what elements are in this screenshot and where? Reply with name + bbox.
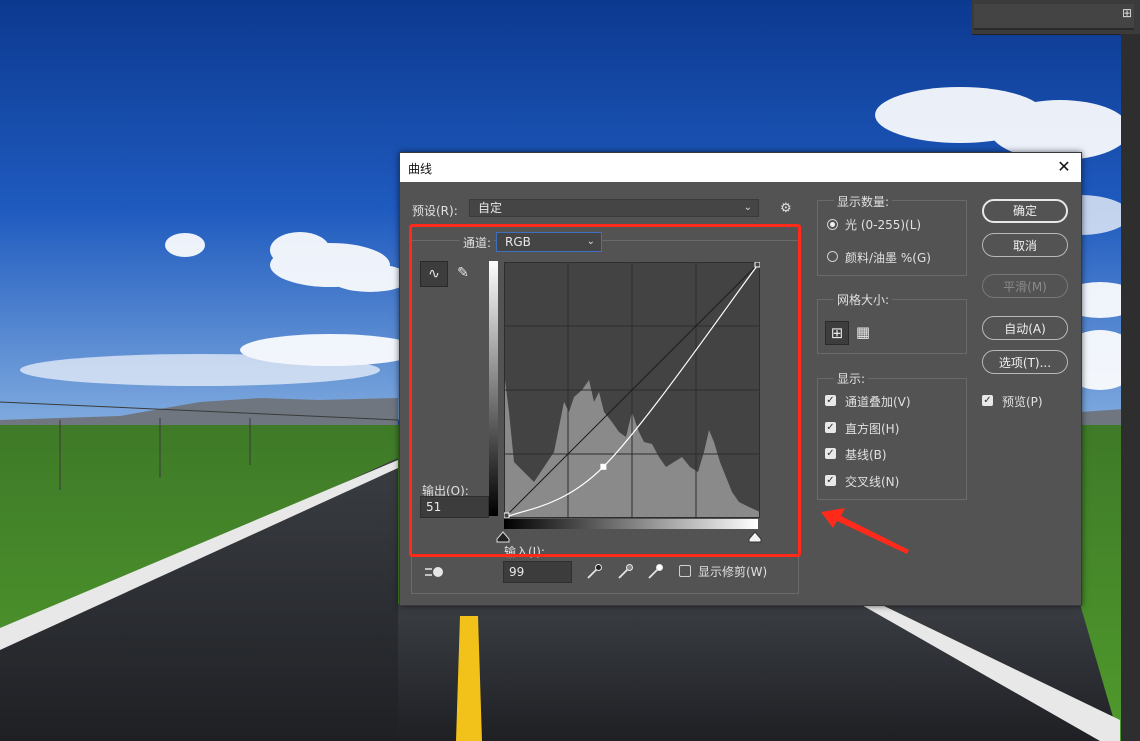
grid-detailed-button[interactable]: ▦ (852, 321, 874, 343)
intersection-checkbox[interactable]: ✓ (825, 475, 836, 486)
channel-overlay-checkbox[interactable]: ✓ (825, 395, 836, 406)
eyedropper-white-icon[interactable] (646, 563, 664, 581)
preview-label: 预览(P) (1002, 395, 1043, 409)
cancel-button[interactable]: 取消 (982, 233, 1068, 257)
light-radio-label: 光 (0-255)(L) (845, 218, 922, 232)
grid-4-icon: ⊞ (830, 324, 844, 342)
show-clipping-checkbox[interactable] (679, 565, 691, 577)
channel-overlay-label: 通道叠加(V) (845, 395, 911, 409)
pigment-radio[interactable] (827, 251, 838, 262)
gear-icon[interactable]: ⚙ (780, 201, 792, 216)
dialog-title: 曲线 (408, 162, 433, 176)
preset-select[interactable]: 自定 ⌄ (469, 199, 759, 217)
preview-checkbox[interactable]: ✓ (982, 395, 993, 406)
panel-menu-icon[interactable]: ⊞ (1122, 6, 1132, 20)
grid-size-title: 网格大小: (834, 291, 893, 308)
histogram-label: 直方图(H) (845, 422, 900, 436)
baseline-label: 基线(B) (845, 448, 887, 462)
curves-dialog: 曲线 ✕ 预设(R): 自定 ⌄ ⚙ 通道: RGB ⌄ ∿ ✎ 输出(O): … (399, 152, 1082, 606)
histogram-checkbox[interactable]: ✓ (825, 422, 836, 433)
input-field[interactable]: 99 (503, 561, 572, 583)
panel-tab-bar (974, 4, 1134, 30)
eyedropper-gray-icon[interactable] (616, 563, 634, 581)
annotation-arrow (821, 508, 909, 554)
grid-10-icon: ▦ (855, 323, 871, 341)
right-scroll-strip (1121, 34, 1140, 741)
show-clipping-label: 显示修剪(W) (698, 565, 768, 579)
close-icon[interactable]: ✕ (1053, 157, 1075, 177)
baseline-checkbox[interactable]: ✓ (825, 448, 836, 459)
dialog-titlebar: 曲线 ✕ (400, 153, 1081, 182)
pigment-radio-label: 颜料/油墨 %(G) (845, 251, 931, 265)
eyedropper-black-icon[interactable] (585, 563, 603, 581)
highlight-box (409, 224, 801, 557)
smooth-button[interactable]: 平滑(M) (982, 274, 1068, 298)
preset-value: 自定 (478, 201, 503, 215)
ok-button[interactable]: 确定 (982, 199, 1068, 223)
auto-button[interactable]: 自动(A) (982, 316, 1068, 340)
display-amount-title: 显示数量: (834, 193, 893, 210)
show-title: 显示: (834, 370, 869, 387)
intersection-label: 交叉线(N) (845, 475, 900, 489)
options-button[interactable]: 选项(T)... (982, 350, 1068, 374)
grid-simple-button[interactable]: ⊞ (825, 321, 849, 345)
chevron-down-icon: ⌄ (743, 202, 752, 213)
hand-target-icon[interactable] (424, 563, 446, 581)
light-radio[interactable] (827, 219, 838, 230)
preset-label: 预设(R): (412, 204, 458, 218)
panel-strip: ⊞ (972, 0, 1140, 35)
